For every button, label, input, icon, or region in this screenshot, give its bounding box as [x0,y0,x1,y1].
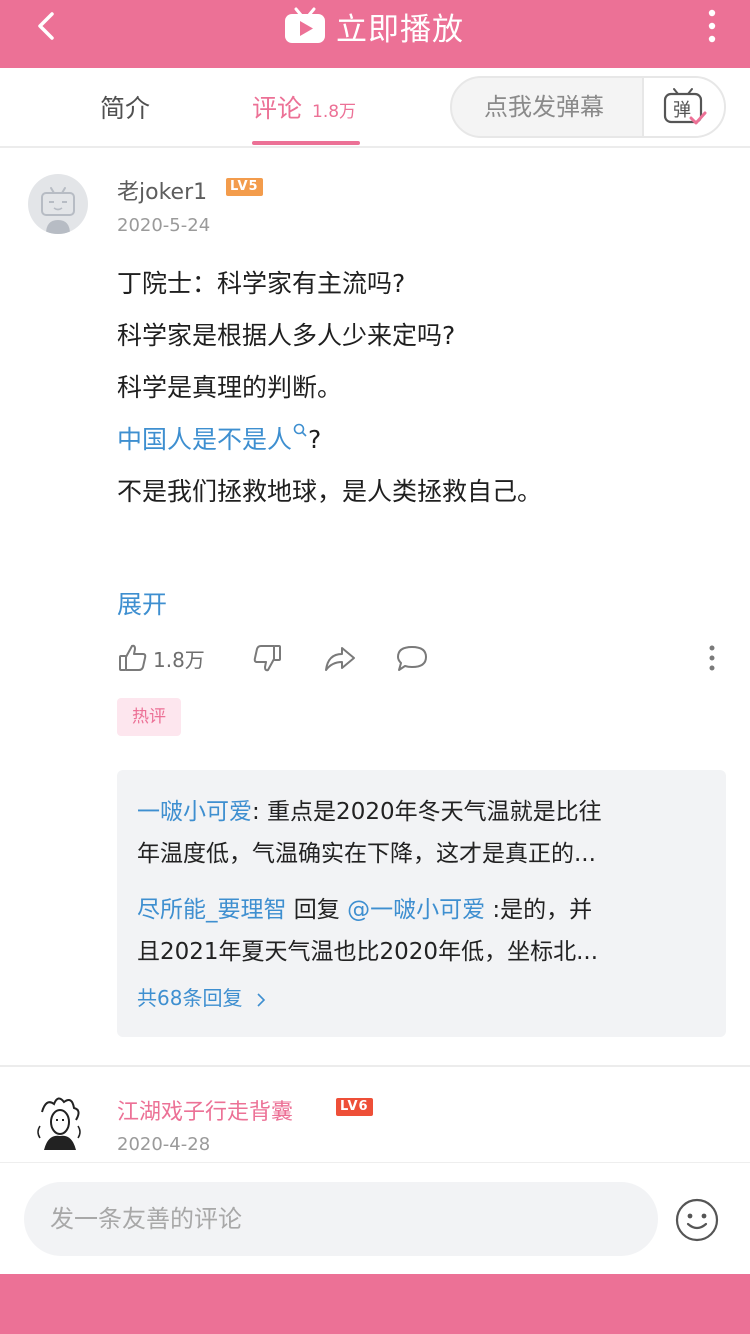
reply-text: :是的，并 [485,897,593,923]
comment-date: 2020-4-28 [117,1134,211,1155]
tab-comments-label: 评论 [252,94,303,123]
reply-line: 且2021年夏天气温也比2020年低，坐标北... [137,939,598,965]
comment-text-line: 科学是真理的判断。 [117,373,343,402]
play-now-label: 立即播放 [336,11,464,48]
like-count: 1.8万 [153,647,205,672]
search-link[interactable]: 中国人是不是人 [117,425,292,454]
comment-text-line: 科学家是根据人多人少来定吗? [117,321,456,350]
expand-button[interactable]: 展开 [117,585,167,621]
avatar[interactable] [32,1092,86,1152]
play-now-button[interactable]: 立即播放 [282,4,464,48]
tab-bar: 简介 评论 1.8万 点我发弹幕 弹 [0,68,750,148]
thumbs-down-icon [253,645,281,672]
share-button[interactable] [323,640,357,676]
top-bar: 立即播放 [0,0,750,68]
reply-word: 回复 [286,897,348,923]
view-all-replies-link[interactable]: 共68条回复 [137,982,267,1011]
like-button[interactable]: 1.8万 [117,640,205,676]
comment-input[interactable]: 发一条友善的评论 [24,1182,658,1256]
danmaku-placeholder: 点我发弹幕 [484,93,604,121]
comment-more-button[interactable] [707,640,717,676]
comment-bubble-icon [397,646,427,671]
reply-author[interactable]: 尽所能_要理智 [137,897,287,923]
reply-text: : 重点是2020年冬天气温就是比往 [252,799,602,825]
more-vertical-icon [709,645,715,671]
tab-active-indicator [252,141,360,145]
reply-line: 尽所能_要理智 回复 @一啵小可爱 :是的，并 [137,890,592,924]
reply-author[interactable]: 一啵小可爱 [137,799,252,825]
bottom-bar [0,1274,750,1334]
more-vertical-icon[interactable] [706,8,718,44]
danmaku-icon: 弹 [663,88,707,125]
svg-text:弹: 弹 [673,100,691,121]
comment-username[interactable]: 江湖戏子行走背囊 [117,1094,293,1126]
reply-button[interactable] [395,640,429,676]
danmaku-toggle[interactable]: 弹 [642,78,724,136]
level-badge: LV6 [336,1098,373,1116]
default-avatar-icon [41,187,75,234]
comment-date: 2020-5-24 [117,215,211,236]
tab-comments-count: 1.8万 [312,101,357,122]
avatar[interactable] [28,174,88,234]
tv-play-icon [285,7,325,43]
comment-text-line: 中国人是不是人? [117,420,321,456]
reply-mention[interactable]: @一啵小可爱 [347,897,485,923]
hot-comment-badge: 热评 [117,698,181,736]
comment-text-line: 不是我们拯救地球，是人类拯救自己。 [117,477,543,506]
chevron-right-icon [257,992,265,1007]
search-icon [293,423,307,437]
reply-preview-box[interactable]: 一啵小可爱: 重点是2020年冬天气温就是比往 年温度低，气温确实在下降，这才是… [117,770,726,1037]
dislike-button[interactable] [251,640,283,676]
send-danmaku-button[interactable]: 点我发弹幕 弹 [450,76,726,138]
tab-intro-label: 简介 [100,94,151,123]
user-avatar-icon [33,1096,85,1150]
comment-divider [0,1065,750,1067]
comment-input-placeholder: 发一条友善的评论 [50,1205,242,1233]
reply-line: 一啵小可爱: 重点是2020年冬天气温就是比往 [137,792,602,826]
smiley-icon[interactable] [674,1197,720,1243]
chevron-left-icon[interactable] [28,6,68,46]
comment-composer: 发一条友善的评论 [0,1162,750,1274]
comment-text-line: 丁院士：科学家有主流吗? [117,269,406,298]
comment-username[interactable]: 老joker1 [117,174,207,206]
thumbs-up-icon [119,644,147,671]
share-icon [325,647,355,671]
tab-comments[interactable]: 评论 1.8万 [252,68,356,146]
comment-text-suffix: ? [308,425,322,454]
level-badge: LV5 [226,178,263,196]
tab-intro[interactable]: 简介 [100,68,150,146]
reply-count-label: 共68条回复 [137,986,243,1010]
reply-line: 年温度低，气温确实在下降，这才是真正的... [137,841,596,867]
comment-actions: 1.8万 [117,640,727,676]
